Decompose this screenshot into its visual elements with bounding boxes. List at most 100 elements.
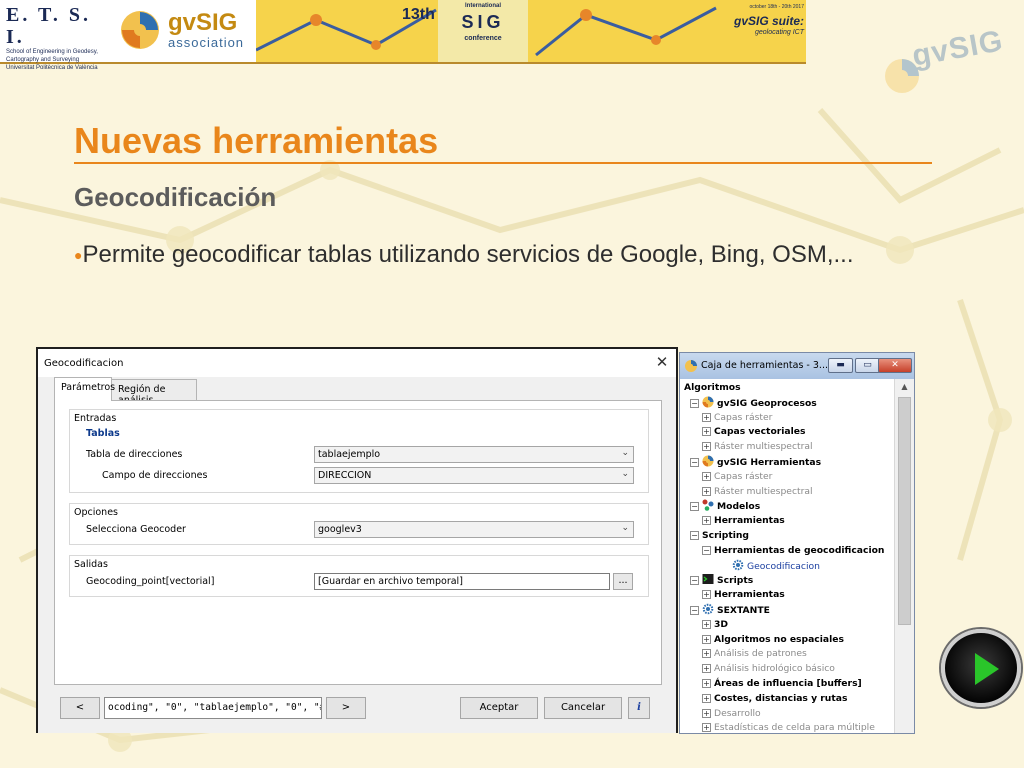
tree-node[interactable]: − Scripting: [690, 529, 749, 543]
tree-node[interactable]: + Estadísticas de celda para múltiple: [702, 721, 875, 733]
tree-node[interactable]: − SEXTANTE: [690, 603, 770, 617]
chevron-down-icon: ⌄: [621, 523, 629, 533]
expand-icon[interactable]: +: [702, 427, 711, 437]
assoc-word-association: association: [168, 35, 245, 50]
dialog-close-icon[interactable]: ✕: [654, 354, 670, 370]
expand-icon[interactable]: +: [702, 442, 711, 452]
expand-icon[interactable]: +: [702, 664, 711, 674]
campo-direcciones-value: DIRECCION: [318, 470, 372, 481]
browse-output-button[interactable]: ...: [613, 573, 633, 590]
collapse-icon[interactable]: −: [690, 576, 699, 586]
suite-subtitle: geolocating ICT: [754, 29, 804, 36]
scroll-up-icon[interactable]: ▲: [895, 379, 914, 395]
tree-node[interactable]: − Modelos: [690, 499, 760, 513]
output-file-field[interactable]: [Guardar en archivo temporal]: [314, 573, 610, 590]
tree-node-label: Capas ráster: [714, 470, 773, 482]
bullet-text: Permite geocodificar tablas utilizando s…: [82, 241, 854, 268]
command-line-field[interactable]: ocoding", "0", "tablaejemplo", "0", "#"): [104, 697, 322, 719]
tree-node[interactable]: +3D: [702, 618, 728, 632]
collapse-icon[interactable]: −: [690, 606, 699, 615]
tree-node[interactable]: − Scripts: [690, 573, 753, 587]
collapse-icon[interactable]: −: [702, 545, 711, 555]
next-slide-button[interactable]: [941, 629, 1021, 707]
tree-node[interactable]: Algoritmos: [684, 381, 741, 395]
expand-icon[interactable]: +: [702, 471, 711, 481]
collapse-icon[interactable]: −: [690, 531, 699, 540]
maximize-button[interactable]: ▭: [855, 358, 880, 373]
play-arrow-icon: [975, 653, 999, 685]
campo-direcciones-label: Campo de direcciones: [102, 470, 208, 481]
expand-icon[interactable]: +: [702, 516, 711, 526]
tab-region-analisis[interactable]: Región de análisis: [111, 379, 197, 406]
tree-node-label: Análisis hidrológico básico: [714, 663, 835, 675]
expand-icon[interactable]: +: [702, 619, 711, 629]
etsi-line-1: School of Engineering in Geodesy,: [6, 49, 98, 55]
tree-node[interactable]: − Herramientas de geocodificacion: [702, 544, 884, 558]
tabla-direcciones-select[interactable]: tablaejemplo ⌄: [314, 446, 634, 463]
next-command-button[interactable]: >: [326, 697, 366, 719]
info-button[interactable]: i: [628, 697, 650, 719]
close-button[interactable]: ✕: [878, 358, 912, 373]
aceptar-button[interactable]: Aceptar: [460, 697, 538, 719]
tree-node[interactable]: + Ráster multiespectral: [702, 485, 813, 499]
expand-icon[interactable]: +: [702, 723, 711, 733]
expand-icon[interactable]: +: [702, 486, 711, 496]
collapse-icon[interactable]: −: [690, 458, 699, 467]
terminal-icon: [702, 574, 714, 585]
expand-icon[interactable]: +: [702, 634, 711, 644]
tree-node[interactable]: − gvSIG Herramientas: [690, 455, 821, 469]
model-icon: [702, 499, 714, 512]
collapse-icon[interactable]: −: [690, 398, 699, 408]
dialog-titlebar[interactable]: Geocodificacion ✕: [38, 349, 676, 377]
gvsig-association-logo: gvSIG association: [118, 8, 248, 58]
chevron-down-icon: ⌄: [621, 469, 629, 479]
tree-node[interactable]: + Herramientas: [702, 514, 785, 528]
conference-band: 13th International SIG conference octobe…: [256, 0, 806, 62]
expand-icon[interactable]: +: [702, 590, 711, 600]
slide-title: Nuevas herramientas: [74, 120, 439, 161]
gvsig-watermark-text: gvSIG: [909, 24, 1006, 73]
toolbox-scrollbar[interactable]: ▲: [894, 379, 914, 733]
tree-node[interactable]: + Análisis de patrones: [702, 647, 807, 661]
group-label-entradas: Entradas: [74, 413, 117, 424]
gear-icon: [702, 603, 714, 615]
geocoder-select[interactable]: googlev3 ⌄: [314, 521, 634, 538]
expand-icon[interactable]: +: [702, 679, 711, 688]
tree-node[interactable]: + Desarrollo: [702, 707, 761, 721]
tree-node[interactable]: Geocodificacion: [732, 559, 820, 573]
expand-icon[interactable]: +: [702, 693, 711, 703]
tree-node[interactable]: + Áreas de influencia [buffers]: [702, 677, 862, 691]
etsi-line-3: Universitat Politècnica de València: [6, 65, 98, 71]
toolbox-title: Caja de herramientas - 3...: [701, 360, 828, 371]
gvsig-icon: [702, 455, 714, 467]
expand-icon[interactable]: +: [702, 412, 711, 422]
tree-node[interactable]: + Capas ráster: [702, 411, 772, 425]
expand-icon[interactable]: +: [702, 708, 711, 718]
tree-node[interactable]: + Capas vectoriales: [702, 425, 806, 439]
collapse-icon[interactable]: −: [690, 502, 699, 512]
tree-node-label: SEXTANTE: [717, 605, 770, 616]
tree-node[interactable]: + Capas ráster: [702, 470, 772, 484]
suite-block: october 18th - 20th 2017 gvSIG suite: ge…: [724, 4, 804, 60]
tree-node[interactable]: − gvSIG Geoprocesos: [690, 396, 817, 410]
tree-node[interactable]: + Ráster multiespectral: [702, 440, 813, 454]
output-label: Geocoding_point[vectorial]: [86, 576, 215, 587]
tab-parametros[interactable]: Parámetros: [54, 377, 115, 401]
campo-direcciones-select[interactable]: DIRECCION ⌄: [314, 467, 634, 484]
conference-number: 13th: [402, 6, 435, 23]
previous-command-button[interactable]: <: [60, 697, 100, 719]
cancelar-button[interactable]: Cancelar: [544, 697, 622, 719]
toolbox-titlebar[interactable]: Caja de herramientas - 3... ▬ ▭ ✕: [680, 353, 914, 379]
scroll-thumb[interactable]: [898, 397, 911, 625]
conference-banner: E. T. S. I. School of Engineering in Geo…: [0, 0, 806, 71]
minimize-button[interactable]: ▬: [828, 358, 853, 373]
group-label-opciones: Opciones: [74, 507, 118, 518]
tree-node-label: Costes, distancias y rutas: [714, 692, 848, 704]
expand-icon[interactable]: +: [702, 649, 711, 659]
tree-node[interactable]: + Análisis hidrológico básico: [702, 662, 835, 676]
tree-node[interactable]: + Algoritmos no espaciales: [702, 633, 844, 647]
tabla-direcciones-value: tablaejemplo: [318, 449, 381, 460]
tree-node-label: Scripting: [702, 530, 749, 541]
tree-node[interactable]: + Herramientas: [702, 588, 785, 602]
tree-node[interactable]: + Costes, distancias y rutas: [702, 692, 847, 706]
